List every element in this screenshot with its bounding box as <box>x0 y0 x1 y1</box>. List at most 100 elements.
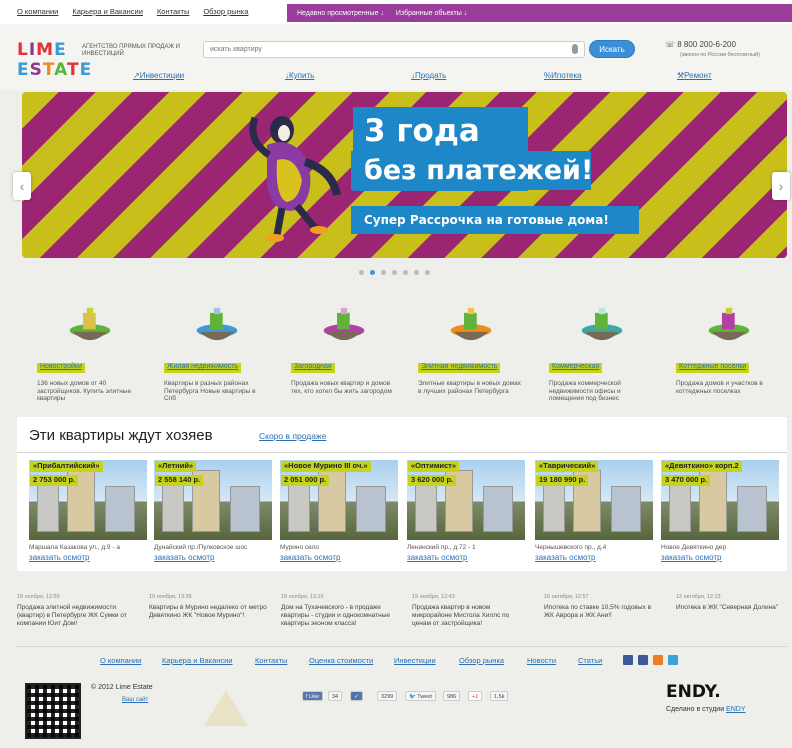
listing-photo[interactable] <box>535 460 653 540</box>
twitter-social-icon[interactable] <box>668 655 678 665</box>
footer-link[interactable]: Контакты <box>255 656 287 665</box>
top-link-contacts[interactable]: Контакты <box>157 7 189 16</box>
recent-favorites-bar: Недавно просмотренные ↓ Избранные объект… <box>287 4 792 22</box>
village-island-icon[interactable] <box>694 304 764 342</box>
recently-viewed-dropdown[interactable]: Недавно просмотренные ↓ <box>297 10 384 17</box>
facebook-like-count: 34 <box>328 691 343 701</box>
banner-dot[interactable] <box>425 270 430 275</box>
banner-dot[interactable] <box>381 270 386 275</box>
office-island-icon[interactable] <box>567 304 637 342</box>
listing-photo[interactable] <box>29 460 147 540</box>
listing-name[interactable]: «Оптимист» <box>408 461 459 472</box>
listing-name[interactable]: «Таврический» <box>536 461 599 472</box>
category-description: Продажа новых квартир и домов тех, кто х… <box>291 380 392 395</box>
listing-price: 2 558 140 р. <box>155 475 204 486</box>
nav-investments[interactable]: ↗ Инвестиции <box>133 71 184 80</box>
category-link[interactable]: Коммерческая <box>549 363 603 373</box>
top-link-about[interactable]: О компании <box>17 7 58 16</box>
footer-link[interactable]: Обзор рынка <box>459 656 504 665</box>
favorites-dropdown[interactable]: Избранные объекты ↓ <box>396 10 467 17</box>
banner-dot[interactable] <box>414 270 419 275</box>
order-viewing-link[interactable]: заказать осмотр <box>535 553 595 562</box>
banner-dot[interactable] <box>403 270 408 275</box>
category-link[interactable]: Коттеджные поселки <box>676 363 750 373</box>
nav-sell[interactable]: ↓ Продать <box>411 71 446 80</box>
footer-link[interactable]: Новости <box>527 656 556 665</box>
vk-share-button[interactable]: ✓ <box>350 691 363 701</box>
news-item: 19 ноября, 12:50 Продажа элитной недвижим… <box>17 594 135 628</box>
facebook-like-button[interactable]: f Like <box>302 691 324 701</box>
qr-code-image <box>25 683 81 739</box>
listing-photo[interactable] <box>661 460 779 540</box>
vk-share-count: 3299 <box>377 691 398 701</box>
endy-studio-link[interactable]: ENDY <box>726 706 745 713</box>
tweet-button[interactable]: 🐦 Tweet <box>405 691 436 701</box>
nav-repair[interactable]: ⚒ Ремонт <box>677 71 712 80</box>
nav-mortgage[interactable]: % Ипотека <box>544 71 582 80</box>
order-viewing-link[interactable]: заказать осмотр <box>280 553 340 562</box>
listing-photo[interactable] <box>154 460 272 540</box>
search-input[interactable] <box>204 42 564 57</box>
order-viewing-link[interactable]: заказать осмотр <box>154 553 214 562</box>
top-link-market[interactable]: Обзор рынка <box>203 7 248 16</box>
category-link[interactable]: Жилая недвижимость <box>164 363 242 373</box>
banner-dot[interactable] <box>359 270 364 275</box>
listing-name[interactable]: «Новое Мурино III оч.» <box>281 461 371 472</box>
category-link[interactable]: Элитная недвижимость <box>418 363 501 373</box>
listing-name[interactable]: «Девяткино» корп.2 <box>662 461 742 472</box>
listing-name[interactable]: «Прибалтийский» <box>30 461 103 472</box>
gplus-count: 1.5k <box>490 691 509 701</box>
listing-address: Чернышевского пр., д.4 <box>535 544 607 551</box>
news-item: 16 октября, 12:57 Ипотека по ставке 10,5%… <box>544 594 662 620</box>
search-button[interactable]: Искать <box>589 40 635 58</box>
facebook-social-icon[interactable] <box>638 655 648 665</box>
towers-island-icon[interactable] <box>182 304 252 342</box>
listing-photo[interactable] <box>280 460 398 540</box>
top-link-career[interactable]: Карьера и Вакансии <box>72 7 143 16</box>
footer-link[interactable]: Инвестиции <box>394 656 436 665</box>
vk-social-icon[interactable] <box>623 655 633 665</box>
listing-price: 2 051 000 р. <box>281 475 330 486</box>
endy-studio-logo[interactable]: ENDY. <box>666 682 721 702</box>
order-viewing-link[interactable]: заказать осмотр <box>661 553 721 562</box>
search-box <box>203 41 585 58</box>
order-viewing-link[interactable]: заказать осмотр <box>407 553 467 562</box>
tab-divider <box>17 452 787 453</box>
footer-link[interactable]: Статьи <box>578 656 602 665</box>
cottage-island-icon[interactable] <box>309 304 379 342</box>
tab-coming-soon[interactable]: Скоро в продаже <box>259 431 326 441</box>
penguin-mascot-image <box>249 116 341 242</box>
listing-photo[interactable] <box>407 460 525 540</box>
news-link[interactable]: Ипотека по ставке 10,5% годовых в ЖК Авр… <box>544 604 662 620</box>
news-link[interactable]: Ипотека в ЖК "Северная Долина" <box>676 604 792 612</box>
listing-address: Мурино село <box>280 544 320 551</box>
footer-link[interactable]: Карьера и Вакансии <box>162 656 233 665</box>
microphone-icon[interactable] <box>572 44 578 54</box>
gplus-button[interactable]: +1 <box>468 691 483 701</box>
news-link[interactable]: Квартиры в Мурино недалеко от метро Девя… <box>149 604 267 620</box>
banner-prev-arrow-icon[interactable]: ‹ <box>13 172 31 200</box>
listing-price: 19 180 990 р. <box>536 475 589 486</box>
tweet-count: 986 <box>443 691 461 701</box>
listing-address: Новое Девяткино дер <box>661 544 727 551</box>
phone-number: ☏ 8 800 200-6-200 <box>665 40 736 49</box>
banner-dot[interactable] <box>370 270 375 275</box>
news-link[interactable]: Продажа элитной недвижимости (квартир) в… <box>17 604 135 628</box>
our-site-link[interactable]: Ваш сайт <box>122 697 148 703</box>
elite-island-icon[interactable] <box>436 304 506 342</box>
nav-buy[interactable]: ↓ Купить <box>285 71 314 80</box>
news-link[interactable]: Продажа квартир в новом микрорайоне Мист… <box>412 604 530 628</box>
footer-link[interactable]: Оценка стоимости <box>309 656 373 665</box>
rss-social-icon[interactable] <box>653 655 663 665</box>
footer-link[interactable]: О компании <box>100 656 141 665</box>
crane-island-icon[interactable] <box>55 304 125 342</box>
category-description: Продажа коммерческой недвижимости офисы … <box>549 380 621 402</box>
made-by-studio: Сделано в студии ENDY <box>666 706 746 713</box>
banner-dot[interactable] <box>392 270 397 275</box>
listing-name[interactable]: «Летний» <box>155 461 197 472</box>
category-link[interactable]: Новостройки <box>37 363 85 373</box>
banner-next-arrow-icon[interactable]: › <box>772 172 790 200</box>
news-link[interactable]: Дом на Тухачевского - в продаже квартиры… <box>281 604 399 628</box>
category-link[interactable]: Загородная <box>291 363 335 373</box>
order-viewing-link[interactable]: заказать осмотр <box>29 553 89 562</box>
